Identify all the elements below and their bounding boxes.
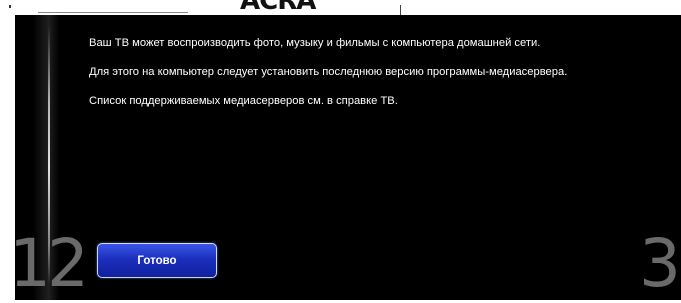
step-number-previous: 12 xyxy=(15,225,89,300)
top-strip: ACRA xyxy=(0,0,681,15)
tv-screen: 12 3 Ваш ТВ может воспроизводить фото, м… xyxy=(15,15,681,300)
info-line-1: Ваш ТВ может воспроизводить фото, музыку… xyxy=(89,37,541,49)
step-number-next: 3 xyxy=(639,225,681,300)
info-line-2: Для этого на компьютер следует установит… xyxy=(89,66,568,78)
top-dot xyxy=(9,5,11,8)
done-button[interactable]: Готово xyxy=(97,243,217,278)
done-button-label: Готово xyxy=(137,254,177,267)
top-tick xyxy=(400,5,401,15)
info-text: Ваш ТВ может воспроизводить фото, музыку… xyxy=(89,36,669,123)
top-rule xyxy=(38,12,188,13)
header-fragment: ACRA xyxy=(240,0,316,15)
info-line-3: Список поддерживаемых медиасерверов см. … xyxy=(89,95,398,107)
